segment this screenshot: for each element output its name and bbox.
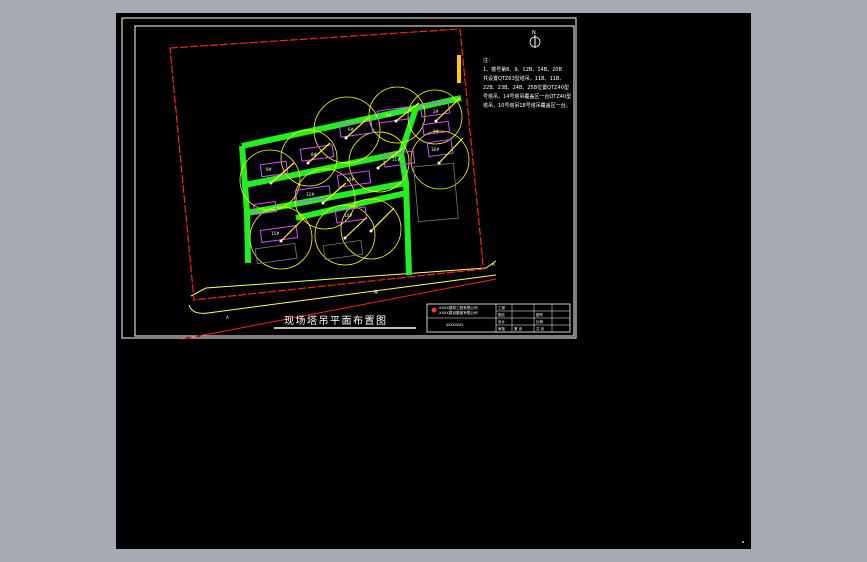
company-line-1: XXXX建筑工程有限公司 bbox=[439, 305, 478, 310]
cad-viewport[interactable]: 2# 3# 5# 6# 8# 9# 10# 11# 12# 14# 15# 16… bbox=[116, 13, 751, 549]
notes-line: 塔吊，10号塔吊18号塔吊覆盖区一台。 bbox=[483, 102, 571, 109]
road-label-mid: 路 bbox=[374, 288, 378, 294]
road-label-left: A bbox=[226, 315, 229, 320]
title-block: XXXX建筑工程有限公司 XXXX建设集团有限公司 XXXXXXXX 工程 图名… bbox=[426, 303, 571, 333]
building-label: 14# bbox=[344, 213, 353, 218]
tb-cell: 图名 bbox=[498, 312, 505, 317]
tb-cell: 比例 bbox=[536, 319, 544, 324]
gate-marker bbox=[457, 55, 461, 83]
building-label: 5# bbox=[386, 113, 393, 118]
building-label: 11# bbox=[392, 157, 401, 162]
notes-line: 共设置QTZ63型塔吊，11B、11B、 bbox=[483, 75, 564, 82]
tb-sheet: 第 页 bbox=[514, 326, 523, 331]
building-label: 10# bbox=[346, 177, 355, 182]
notes-line: 号塔吊，14号塔吊覆盖区一台QTZ40型 bbox=[483, 93, 571, 100]
building-label: 6# bbox=[348, 127, 355, 132]
building-label: 16# bbox=[431, 147, 440, 152]
tb-cell: 图号 bbox=[536, 312, 544, 317]
company-logo bbox=[431, 307, 437, 313]
tb-cell: 审核 bbox=[498, 326, 506, 331]
status-indicator bbox=[742, 541, 744, 543]
project-name: XXXXXXXX bbox=[446, 323, 464, 327]
building-label: 12# bbox=[306, 192, 315, 197]
road-label-right: A bbox=[492, 262, 495, 267]
tb-cell: 设计 bbox=[498, 319, 506, 324]
site-plan-drawing: 2# 3# 5# 6# 8# 9# 10# 11# 12# 14# 15# 16… bbox=[121, 17, 577, 340]
building-label: 9# bbox=[266, 167, 273, 172]
building-label: 3# bbox=[433, 129, 440, 134]
street-edge-upper bbox=[190, 260, 497, 297]
building-label: 8# bbox=[311, 152, 318, 157]
notes-line: 注： bbox=[483, 57, 493, 64]
building-label: 2# bbox=[433, 109, 440, 114]
notes-line: 1、楼号第8、9、12B、14B、20B bbox=[483, 66, 562, 73]
tb-cell: 共 页 bbox=[536, 326, 545, 331]
building-label: 15# bbox=[271, 231, 280, 236]
north-label: N bbox=[532, 30, 536, 36]
north-arrow: N bbox=[529, 30, 541, 48]
notes-block: 注： 1、楼号第8、9、12B、14B、20B 共设置QTZ63型塔吊，11B、… bbox=[483, 57, 571, 109]
company-line-2: XXXX建设集团有限公司 bbox=[439, 310, 478, 315]
drawing-title: 现场塔吊平面布置图 bbox=[284, 314, 388, 327]
notes-line: 22B、23B、24B、25B位置QTZ40型 bbox=[483, 84, 569, 91]
tb-cell: 工程 bbox=[498, 305, 506, 310]
